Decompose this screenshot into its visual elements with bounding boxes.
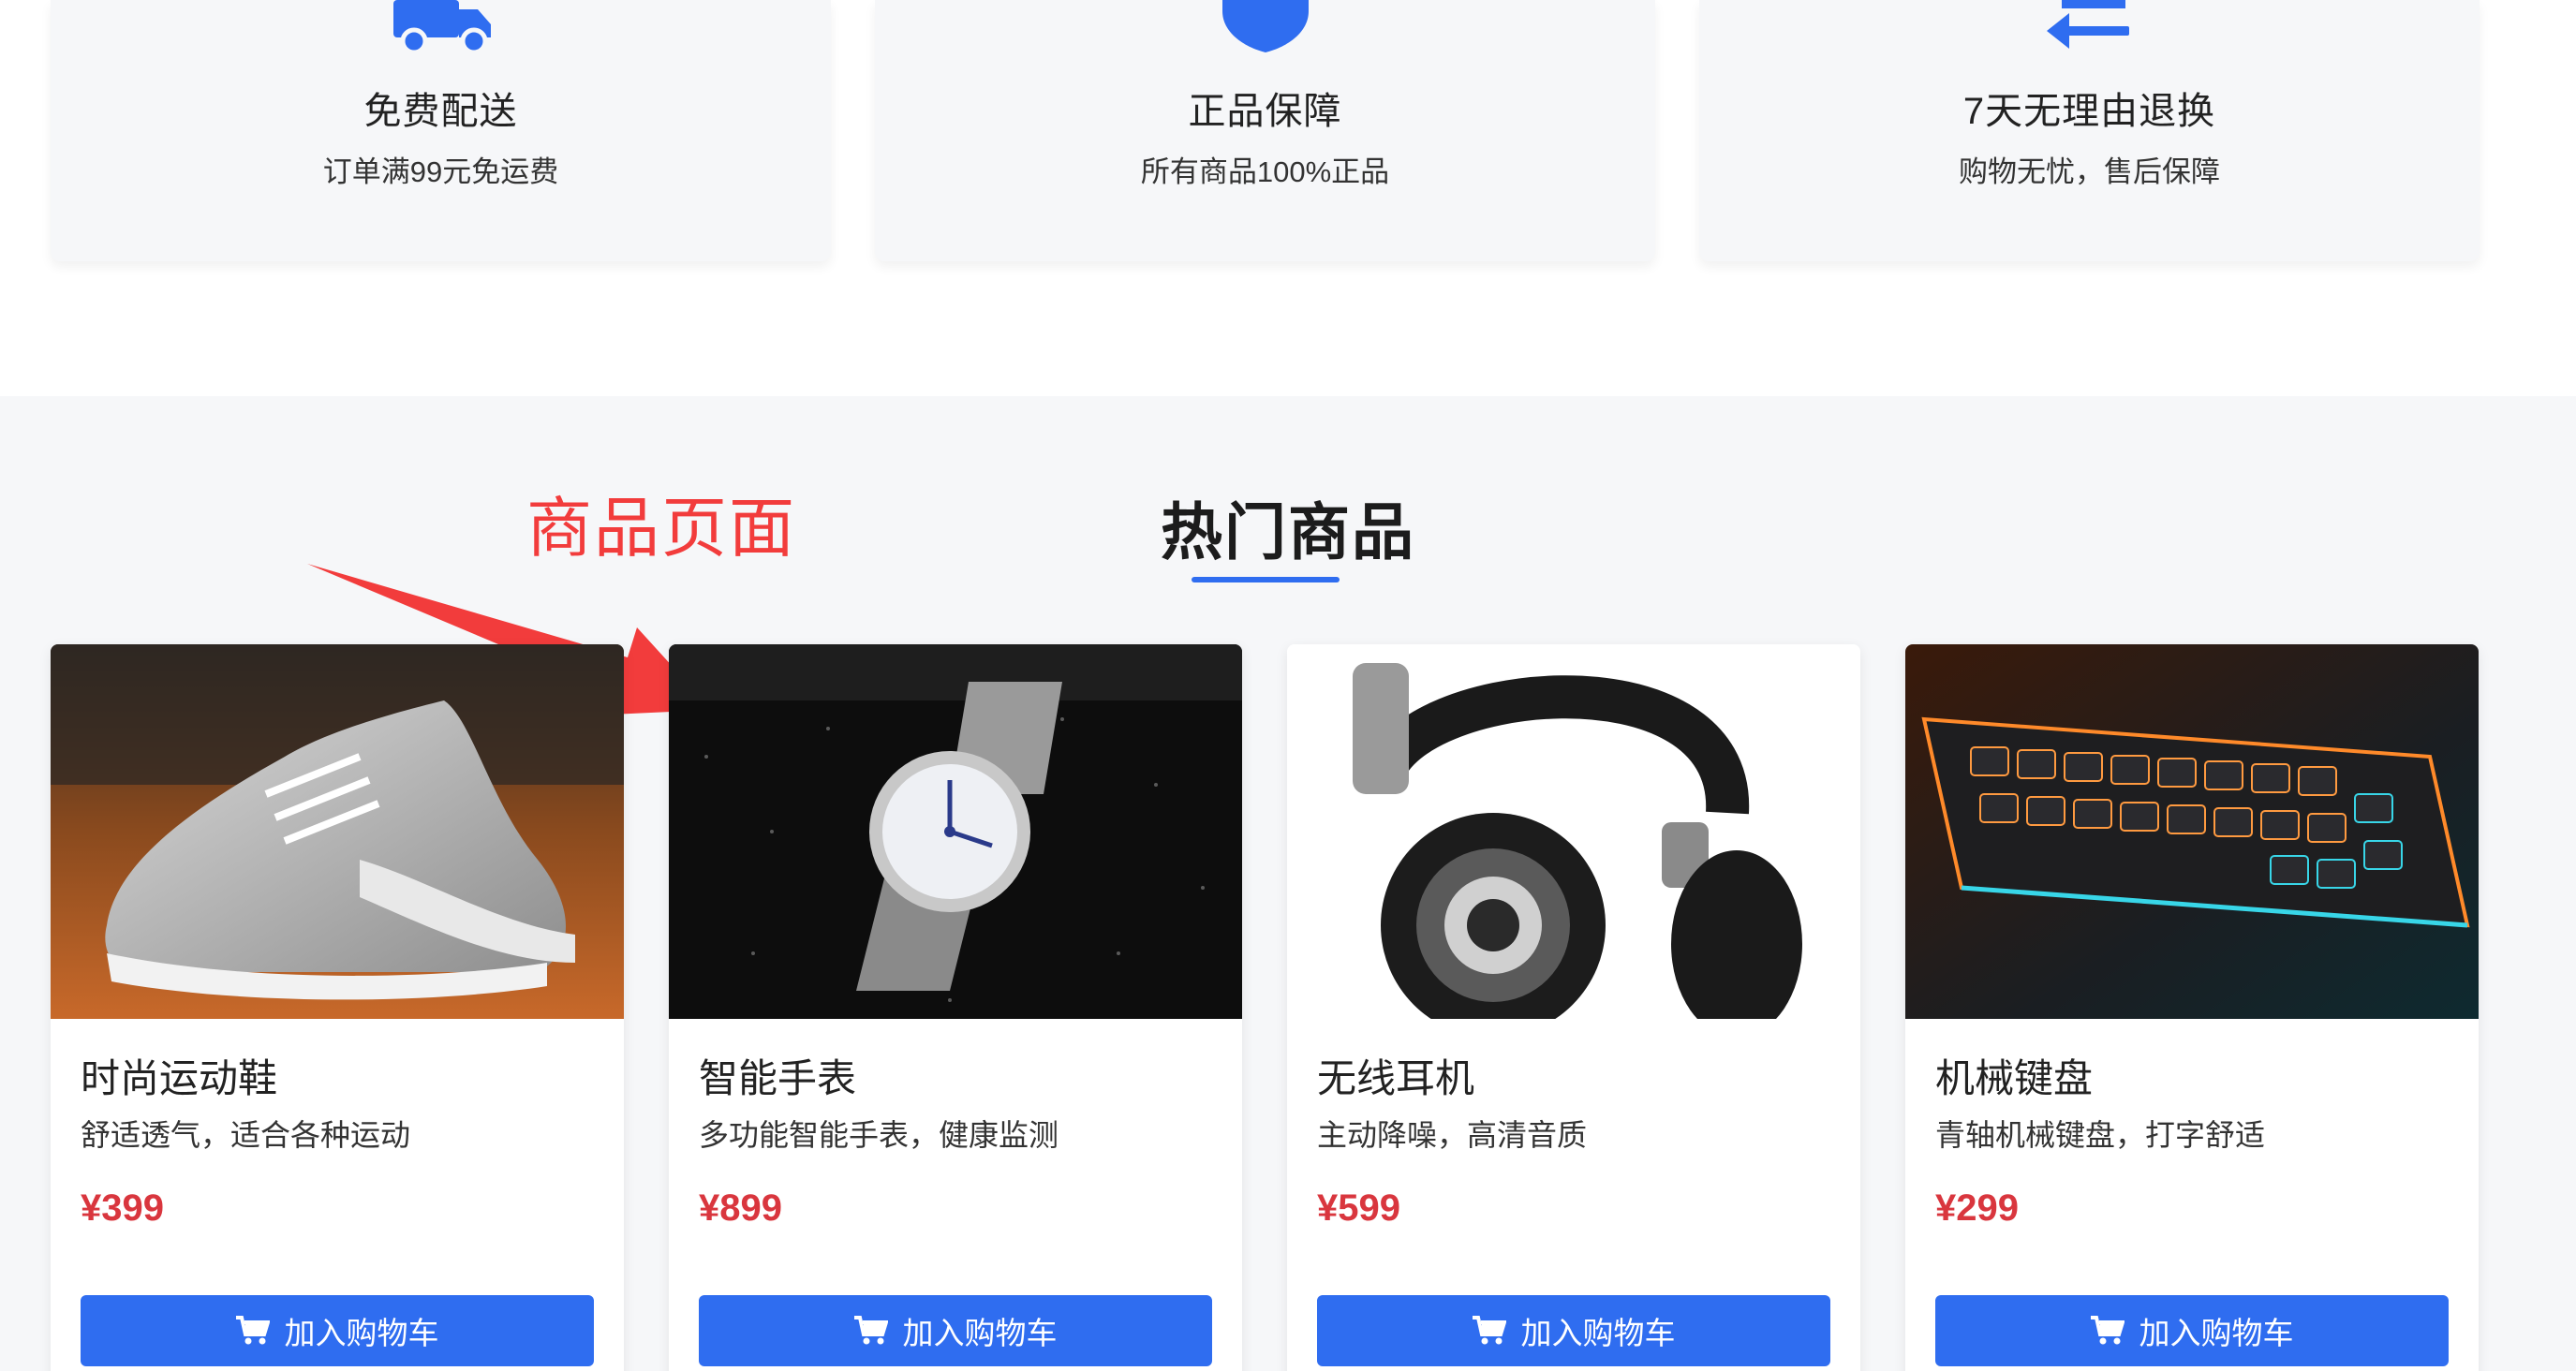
add-to-cart-label: 加入购物车: [2139, 1316, 2294, 1350]
feature-desc: 购物无忧，售后保障: [1959, 155, 2220, 188]
product-name[interactable]: 时尚运动鞋: [81, 1047, 277, 1104]
product-image-watch[interactable]: [669, 644, 1242, 1019]
feature-title: 正品保障: [1188, 91, 1342, 132]
product-desc: 主动降噪，高清音质: [1317, 1118, 1588, 1152]
add-to-cart-label: 加入购物车: [1520, 1316, 1676, 1350]
section-title: 热门商品: [1161, 497, 1415, 567]
product-price: ¥599: [1317, 1187, 1400, 1229]
product-card[interactable]: 机械键盘 青轴机械键盘，打字舒适 ¥299 加入购物车: [1905, 644, 2479, 1371]
cart-icon: [1472, 1316, 1506, 1346]
truck-icon: [380, 0, 502, 59]
add-to-cart-button[interactable]: 加入购物车: [81, 1295, 594, 1366]
feature-desc: 所有商品100%正品: [1140, 155, 1390, 188]
product-desc: 舒适透气，适合各种运动: [81, 1118, 411, 1152]
add-to-cart-label: 加入购物车: [284, 1316, 439, 1350]
product-image-keyboard[interactable]: [1905, 644, 2479, 1019]
features-strip: 免费配送 订单满99元免运费 正品保障 所有商品100%正品 7天无理由退换 购…: [0, 0, 2576, 396]
product-card[interactable]: 时尚运动鞋 舒适透气，适合各种运动 ¥399 加入购物车: [51, 644, 624, 1371]
feature-card-free-shipping: 免费配送 订单满99元免运费: [51, 0, 831, 261]
hot-products-section: 商品页面 热门商品 时尚运动鞋 舒适透气，适合各种运动 ¥399 加入购物车 智…: [0, 396, 2576, 1371]
product-price: ¥299: [1935, 1187, 2019, 1229]
product-price: ¥399: [81, 1187, 164, 1229]
feature-desc: 订单满99元免运费: [322, 155, 559, 188]
feature-card-returns: 7天无理由退换 购物无忧，售后保障: [1699, 0, 2480, 261]
feature-card-authentic: 正品保障 所有商品100%正品: [875, 0, 1655, 261]
product-name[interactable]: 机械键盘: [1935, 1047, 2093, 1104]
product-name[interactable]: 智能手表: [699, 1047, 856, 1104]
add-to-cart-button[interactable]: 加入购物车: [699, 1295, 1212, 1366]
product-image-sneaker[interactable]: [51, 644, 624, 1019]
add-to-cart-label: 加入购物车: [902, 1316, 1058, 1350]
product-desc: 多功能智能手表，健康监测: [699, 1118, 1059, 1152]
cart-icon: [2090, 1316, 2124, 1346]
product-image-headphones[interactable]: [1287, 644, 1860, 1019]
product-card[interactable]: 无线耳机 主动降噪，高清音质 ¥599 加入购物车: [1287, 644, 1860, 1371]
add-to-cart-button[interactable]: 加入购物车: [1935, 1295, 2449, 1366]
shield-icon: [1221, 0, 1309, 57]
product-card[interactable]: 智能手表 多功能智能手表，健康监测 ¥899 加入购物车: [669, 644, 1242, 1371]
feature-title: 7天无理由退换: [1962, 91, 2216, 132]
feature-title: 免费配送: [363, 91, 518, 132]
exchange-arrows-icon: [2043, 0, 2137, 53]
cart-icon: [235, 1316, 270, 1346]
add-to-cart-button[interactable]: 加入购物车: [1317, 1295, 1830, 1366]
cart-icon: [853, 1316, 888, 1346]
section-title-underline: [1192, 577, 1340, 582]
product-desc: 青轴机械键盘，打字舒适: [1935, 1118, 2266, 1152]
product-price: ¥899: [699, 1187, 782, 1229]
product-name[interactable]: 无线耳机: [1317, 1047, 1474, 1104]
